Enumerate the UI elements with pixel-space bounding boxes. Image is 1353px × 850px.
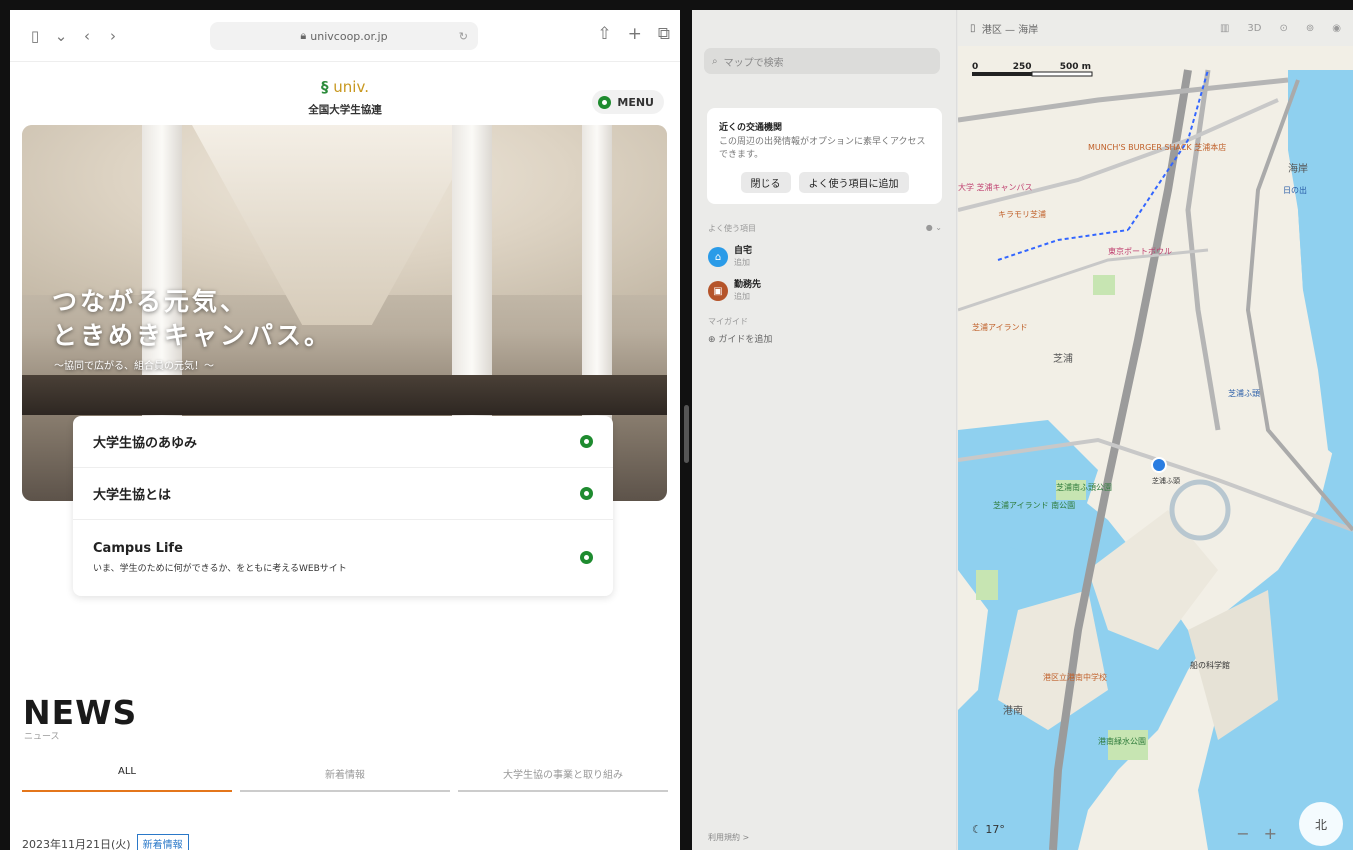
3d-icon[interactable]: 3D bbox=[1247, 23, 1261, 34]
map-label-kaigan[interactable]: 海岸 bbox=[1288, 160, 1308, 175]
favorites-header-label: よく使う項目 bbox=[708, 224, 756, 233]
transit-title: 近くの交通機関 bbox=[719, 123, 783, 133]
location-icon[interactable]: ⊚ bbox=[1306, 23, 1314, 34]
news-date: 2023年11月21日(火) bbox=[22, 837, 131, 850]
transit-add-button[interactable]: よく使う項目に追加 bbox=[798, 172, 909, 193]
terms-link[interactable]: 利用規約 > bbox=[708, 832, 749, 843]
link-history-label: 大学生協のあゆみ bbox=[93, 436, 198, 451]
news-tag: 新着情報 bbox=[136, 834, 189, 850]
site-brand[interactable]: § univ. 全国大学生協連 bbox=[10, 78, 680, 117]
my-guides-header: マイガイド bbox=[708, 317, 748, 326]
forward-icon[interactable]: › bbox=[100, 27, 126, 45]
tab-new[interactable]: 新着情報 bbox=[240, 766, 450, 792]
transit-desc: この周辺の出発情報がオプションに素早くアクセスできます。 bbox=[719, 137, 926, 160]
weather-indicator: ☾ 17° bbox=[972, 823, 1005, 836]
link-campus-life-label: Campus Life bbox=[93, 540, 183, 556]
menu-label: MENU bbox=[617, 95, 654, 109]
sidebar-toggle-icon[interactable]: ▯ bbox=[22, 27, 48, 45]
link-card: 大学生協のあゆみ 大学生協とは Campus Life いま、学生のために何がで… bbox=[73, 416, 613, 596]
map-poi-campus[interactable]: 大学 芝浦キャンパス bbox=[958, 182, 1033, 193]
home-icon: ⌂ bbox=[708, 247, 728, 267]
account-icon[interactable]: ◉ bbox=[1332, 23, 1341, 34]
menu-dot-icon bbox=[598, 95, 612, 109]
reload-icon[interactable]: ↻ bbox=[459, 30, 468, 43]
map-poi-kiramora[interactable]: キラモリ芝浦 bbox=[998, 209, 1046, 220]
address-bar[interactable]: 🔒︎ univcoop.or.jp ↻ bbox=[210, 22, 478, 50]
favorite-home-sub: 追加 bbox=[734, 258, 750, 267]
link-about-label: 大学生協とは bbox=[93, 488, 172, 503]
map-graphic bbox=[958, 10, 1353, 850]
safari-toolbar: ▯ ⌄ ‹ › 🔒︎ univcoop.or.jp ↻ ⇧ + ⧉ bbox=[10, 10, 680, 62]
map-poi-kotsu-park[interactable]: 芝浦南ふ頭公園 bbox=[1056, 482, 1112, 493]
add-guide-button[interactable]: ⊕ ガイドを追加 bbox=[708, 332, 772, 345]
arrow-dot-icon bbox=[580, 550, 593, 564]
map-current-location-label[interactable]: 芝浦ふ頭 bbox=[1152, 476, 1180, 486]
favorites-header: よく使う項目 ● ⌄ bbox=[708, 223, 942, 234]
safari-window: ▯ ⌄ ‹ › 🔒︎ univcoop.or.jp ↻ ⇧ + ⧉ § univ… bbox=[10, 10, 680, 850]
favorite-work[interactable]: ▣ 勤務先追加 bbox=[708, 280, 761, 302]
map-poi-munch[interactable]: MUNCH'S BURGER SHACK 芝浦本店 bbox=[1088, 142, 1226, 153]
sidebar-toggle-icon[interactable]: ▯ bbox=[970, 23, 976, 34]
map-scale: 0 250 500 m bbox=[972, 62, 1092, 72]
arrow-dot-icon bbox=[580, 487, 593, 500]
coop-logo: § univ. bbox=[321, 78, 369, 96]
tabs-overview-icon[interactable]: ⧉ bbox=[658, 24, 670, 44]
favorite-home[interactable]: ⌂ 自宅追加 bbox=[708, 246, 752, 268]
map-poi-kounan-park[interactable]: 港南緑水公園 bbox=[1098, 736, 1146, 747]
map-label-hinode[interactable]: 日の出 bbox=[1283, 185, 1307, 196]
map-label-shibaura[interactable]: 芝浦 bbox=[1053, 350, 1073, 365]
chevron-down-icon[interactable]: ⌄ bbox=[48, 27, 74, 45]
favorite-home-label: 自宅 bbox=[734, 246, 753, 256]
share-icon[interactable]: ⇧ bbox=[597, 24, 611, 44]
new-tab-icon[interactable]: + bbox=[628, 24, 642, 44]
search-placeholder: マップで検索 bbox=[723, 57, 784, 69]
map-toolbar: ▯ 港区 — 海岸 ▥ 3D ⊙ ⊚ ◉ bbox=[958, 10, 1353, 46]
maps-sidebar: ⌕ マップで検索 近くの交通機関 この周辺の出発情報がオプションに素早くアクセス… bbox=[692, 10, 957, 850]
link-campus-life[interactable]: Campus Life いま、学生のために何ができるか、をともに考えるWEBサイ… bbox=[73, 520, 613, 594]
menu-button[interactable]: MENU bbox=[592, 90, 664, 114]
favorite-work-sub: 追加 bbox=[734, 292, 750, 301]
news-heading: NEWS bbox=[23, 693, 138, 732]
link-campus-life-desc: いま、学生のために何ができるか、をともに考えるWEBサイト bbox=[93, 563, 347, 574]
link-history[interactable]: 大学生協のあゆみ bbox=[73, 416, 613, 468]
news-item[interactable]: 2023年11月21日(火) 新着情報 bbox=[22, 834, 189, 850]
map-mode-icon[interactable]: ▥ bbox=[1220, 23, 1229, 34]
maps-search-input[interactable]: ⌕ マップで検索 bbox=[704, 48, 940, 74]
compass[interactable]: 北 bbox=[1299, 802, 1343, 846]
split-view-handle[interactable] bbox=[684, 405, 689, 463]
map-location-title: 港区 — 海岸 bbox=[981, 24, 1039, 36]
search-icon: ⌕ bbox=[712, 55, 718, 67]
transit-card: 近くの交通機関 この周辺の出発情報がオプションに素早くアクセスできます。 閉じる… bbox=[707, 108, 942, 204]
maps-window: ⌕ マップで検索 近くの交通機関 この周辺の出発情報がオプションに素早くアクセス… bbox=[692, 10, 1353, 850]
favorites-more-icon[interactable]: ● ⌄ bbox=[926, 223, 942, 234]
news-subheading: ニュース bbox=[24, 732, 60, 742]
transit-close-button[interactable]: 閉じる bbox=[740, 172, 791, 193]
link-about[interactable]: 大学生協とは bbox=[73, 468, 613, 520]
zoom-controls[interactable]: −+ bbox=[1236, 824, 1291, 843]
map-label-kounan[interactable]: 港南 bbox=[1003, 702, 1023, 717]
brand-name: 全国大学生協連 bbox=[308, 104, 382, 116]
tab-all[interactable]: ALL bbox=[22, 766, 232, 792]
hero-headline: つながる元気、 ときめきキャンパス。 bbox=[52, 287, 333, 350]
map-label-shibaura-island[interactable]: 芝浦アイランド bbox=[972, 322, 1028, 333]
arrow-dot-icon bbox=[580, 435, 593, 448]
back-icon[interactable]: ‹ bbox=[74, 27, 100, 45]
split-view-frame: ▯ ⌄ ‹ › 🔒︎ univcoop.or.jp ↻ ⇧ + ⧉ § univ… bbox=[0, 0, 1353, 850]
lock-icon: 🔒︎ bbox=[300, 29, 307, 42]
favorite-work-label: 勤務先 bbox=[734, 280, 762, 290]
map-canvas[interactable]: ▯ 港区 — 海岸 ▥ 3D ⊙ ⊚ ◉ 0 250 500 m 海岸 芝浦 港… bbox=[958, 10, 1353, 850]
map-label-shibaura-futo[interactable]: 芝浦ふ頭 bbox=[1228, 388, 1260, 399]
map-poi-port-bowl[interactable]: 東京ポートボウル bbox=[1108, 246, 1172, 257]
map-label-ship-hall[interactable]: 船の科学館 bbox=[1190, 660, 1230, 671]
hero-subline: 〜協同で広がる、組合員の元気！〜 bbox=[54, 361, 214, 372]
map-poi-kounan-school[interactable]: 港区立港南中学校 bbox=[1043, 672, 1107, 683]
url-text: univcoop.or.jp bbox=[310, 29, 388, 43]
news-tabs: ALL 新着情報 大学生協の事業と取り組み bbox=[22, 766, 668, 792]
map-poi-island-park[interactable]: 芝浦アイランド 南公園 bbox=[993, 500, 1075, 511]
briefcase-icon: ▣ bbox=[708, 281, 728, 301]
binoculars-icon[interactable]: ⊙ bbox=[1279, 23, 1287, 34]
tab-business[interactable]: 大学生協の事業と取り組み bbox=[458, 766, 668, 792]
